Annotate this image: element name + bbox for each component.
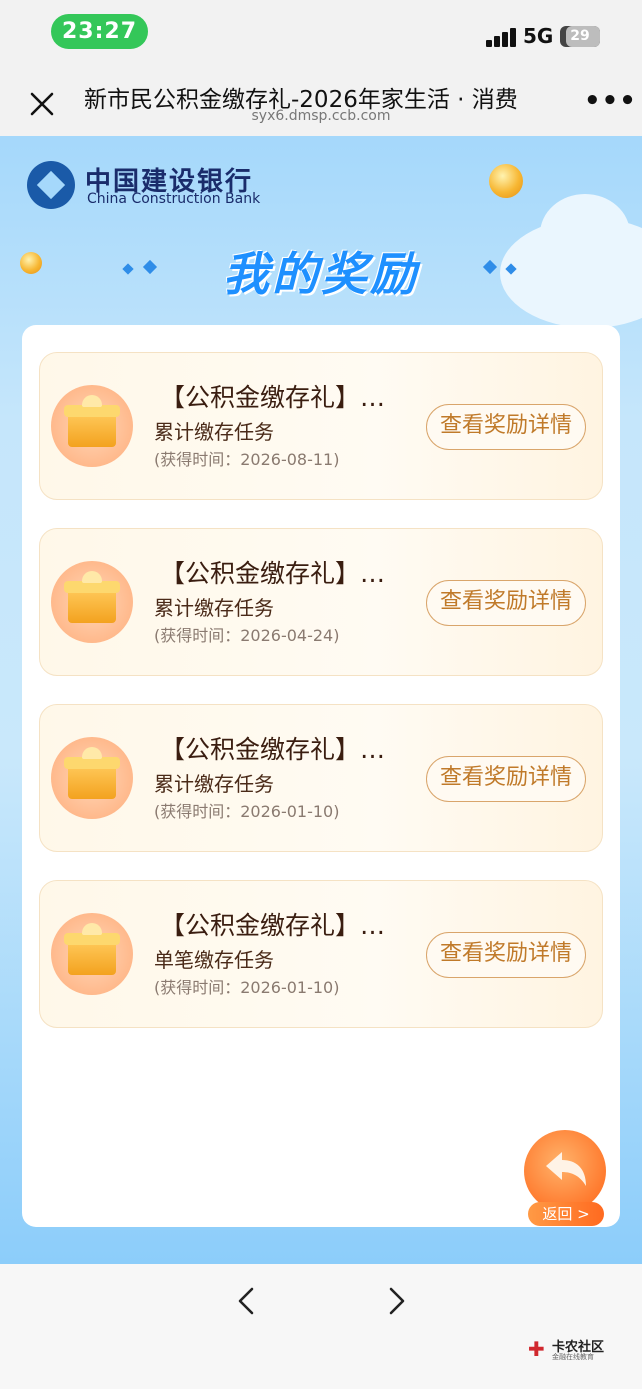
reward-title: 【公积金缴存礼】… [160, 735, 386, 764]
rewards-panel: 【公积金缴存礼】… 累计缴存任务 (获得时间：2026-08-11) 查看奖励详… [22, 325, 620, 1227]
reward-time: (获得时间：2026-01-10) [154, 978, 340, 997]
browser-header: 新市民公积金缴存礼-2026年家生活 · 消费 syx6.dmsp.ccb.co… [0, 66, 642, 136]
more-options-icon[interactable]: ••• [584, 86, 636, 116]
status-bar: 23:27 5G 29 [0, 0, 642, 66]
reward-time: (获得时间：2026-04-24) [154, 626, 340, 645]
view-reward-details-button[interactable]: 查看奖励详情 [426, 756, 586, 802]
reward-card: 【公积金缴存礼】… 累计缴存任务 (获得时间：2026-01-10) 查看奖励详… [39, 704, 603, 852]
reward-time: (获得时间：2026-01-10) [154, 802, 340, 821]
ccb-logo-mark [27, 161, 75, 209]
watermark-logo-icon: ✚ [528, 1337, 545, 1361]
page-content: 中国建设银行 China Construction Bank 我的奖励 【公积金… [0, 136, 642, 1264]
reward-title: 【公积金缴存礼】… [160, 911, 386, 940]
reward-task: 单笔缴存任务 [154, 948, 274, 972]
ccb-logo: 中国建设银行 China Construction Bank [27, 161, 307, 211]
gift-icon [51, 385, 133, 467]
browser-url: syx6.dmsp.ccb.com [251, 108, 391, 124]
return-arrow-icon [546, 1152, 586, 1186]
battery-icon: 29 [560, 26, 600, 47]
chevron-right-icon[interactable] [383, 1286, 411, 1316]
chevron-left-icon[interactable] [232, 1286, 260, 1316]
bank-name-en: China Construction Bank [87, 191, 261, 207]
reward-task: 累计缴存任务 [154, 772, 274, 796]
view-reward-details-button[interactable]: 查看奖励详情 [426, 580, 586, 626]
reward-card: 【公积金缴存礼】… 累计缴存任务 (获得时间：2026-04-24) 查看奖励详… [39, 528, 603, 676]
gift-icon [51, 913, 133, 995]
reward-time: (获得时间：2026-08-11) [154, 450, 340, 469]
back-button-circle[interactable] [524, 1130, 606, 1212]
reward-task: 累计缴存任务 [154, 596, 274, 620]
gift-icon [51, 561, 133, 643]
back-button[interactable]: 返回 > [522, 1130, 608, 1230]
reward-title: 【公积金缴存礼】… [160, 559, 386, 588]
watermark-tagline: 金融在线教育 [552, 1353, 594, 1361]
coin-decoration [489, 164, 523, 198]
watermark: ✚ 卡农社区 金融在线教育 [528, 1336, 608, 1364]
view-reward-details-button[interactable]: 查看奖励详情 [426, 404, 586, 450]
cellular-signal-icon [486, 27, 518, 47]
view-reward-details-button[interactable]: 查看奖励详情 [426, 932, 586, 978]
network-type: 5G [523, 24, 554, 48]
back-button-label[interactable]: 返回 > [528, 1202, 604, 1226]
reward-title: 【公积金缴存礼】… [160, 383, 386, 412]
reward-card: 【公积金缴存礼】… 累计缴存任务 (获得时间：2026-08-11) 查看奖励详… [39, 352, 603, 500]
status-time: 23:27 [51, 14, 148, 49]
gift-icon [51, 737, 133, 819]
browser-bottom-bar: ✚ 卡农社区 金融在线教育 [0, 1264, 642, 1389]
battery-level: 29 [570, 28, 590, 44]
page-heading: 我的奖励 [223, 247, 419, 301]
reward-card: 【公积金缴存礼】… 单笔缴存任务 (获得时间：2026-01-10) 查看奖励详… [39, 880, 603, 1028]
reward-task: 累计缴存任务 [154, 420, 274, 444]
